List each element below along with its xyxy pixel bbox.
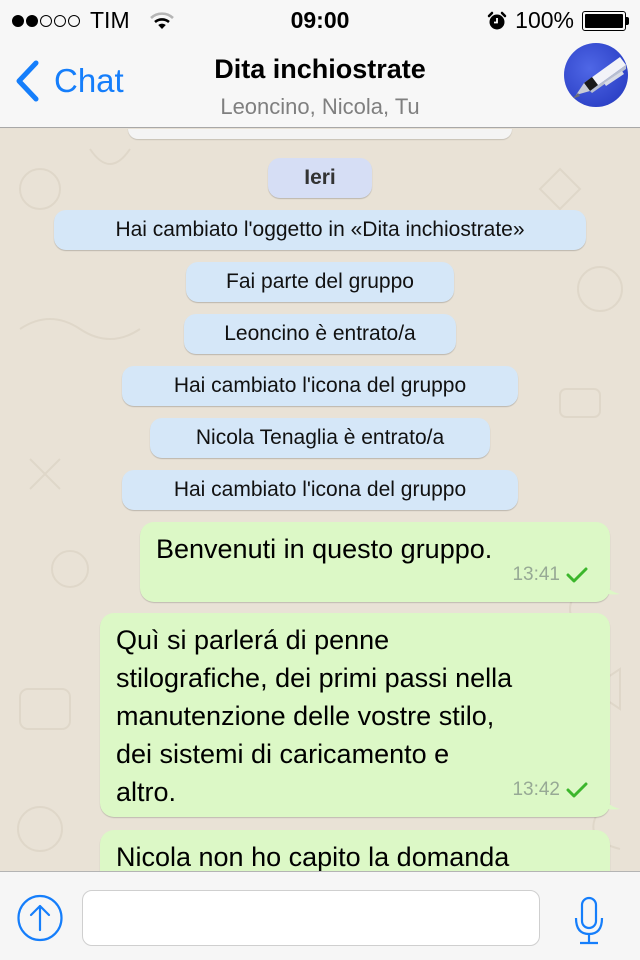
sent-check-icon — [566, 782, 588, 798]
message-line: manutenzione delle vostre stilo, — [116, 701, 495, 731]
chat-title[interactable]: Dita inchiostrate — [0, 54, 640, 85]
system-message: Fai parte del gruppo — [186, 262, 454, 302]
system-message: Hai cambiato l'oggetto in «Dita inchiost… — [54, 210, 586, 250]
outgoing-message[interactable]: Nicola non ho capito la domanda — [100, 830, 610, 871]
status-bar: TIM 09:00 100% — [0, 0, 640, 40]
carrier-name: TIM — [90, 7, 130, 33]
bubble-tail — [600, 791, 620, 810]
message-line: stilografiche, dei primi passi nella — [116, 663, 513, 693]
message-text: Nicola non ho capito la domanda — [116, 842, 510, 871]
input-bar — [0, 871, 640, 960]
upload-arrow-icon[interactable] — [16, 894, 64, 942]
nav-bar: Chat Dita inchiostrate Leoncino, Nicola,… — [0, 40, 640, 128]
message-meta: 13:41 — [512, 556, 588, 594]
message-time: 13:42 — [512, 779, 560, 800]
signal-dot — [68, 14, 80, 27]
battery-percent: 100% — [515, 7, 574, 33]
previous-message-edge — [128, 129, 512, 139]
battery-icon — [582, 10, 630, 32]
sent-check-icon — [566, 567, 588, 583]
battery-fill — [585, 13, 623, 28]
signal-dot — [12, 14, 24, 27]
message-meta: 13:42 — [512, 771, 588, 809]
outgoing-message[interactable]: Benvenuti in questo gruppo. 13:41 — [140, 522, 620, 602]
fountain-pen-icon — [572, 57, 626, 99]
microphone-icon[interactable] — [574, 896, 604, 946]
message-input[interactable] — [82, 890, 540, 946]
group-avatar[interactable] — [564, 43, 628, 107]
status-right: 100% — [487, 7, 630, 34]
message-time: 13:41 — [512, 564, 560, 585]
wifi-icon — [149, 11, 174, 29]
message-line: dei sistemi di caricamento e — [116, 739, 450, 769]
outgoing-message[interactable]: Quì si parlerá di penne stilografiche, d… — [100, 613, 620, 817]
message-line: Quì si parlerá di penne — [116, 625, 390, 655]
system-message: Leoncino è entrato/a — [184, 314, 456, 354]
system-message: Hai cambiato l'icona del gruppo — [122, 366, 518, 406]
chat-participants[interactable]: Leoncino, Nicola, Tu — [0, 94, 640, 120]
signal-dot — [26, 14, 38, 27]
battery-tip — [626, 16, 629, 25]
alarm-clock-icon — [487, 11, 507, 29]
date-separator: Ieri — [268, 158, 372, 198]
signal-strength-icon — [12, 14, 80, 27]
battery-body — [582, 10, 626, 31]
bubble-tail — [600, 576, 620, 595]
system-message: Hai cambiato l'icona del gruppo — [122, 470, 518, 510]
signal-dot — [40, 14, 52, 27]
status-left: TIM — [12, 7, 174, 34]
system-message: Nicola Tenaglia è entrato/a — [150, 418, 490, 458]
signal-dot — [54, 14, 66, 27]
chat-area[interactable]: Ieri Hai cambiato l'oggetto in «Dita inc… — [0, 129, 640, 871]
